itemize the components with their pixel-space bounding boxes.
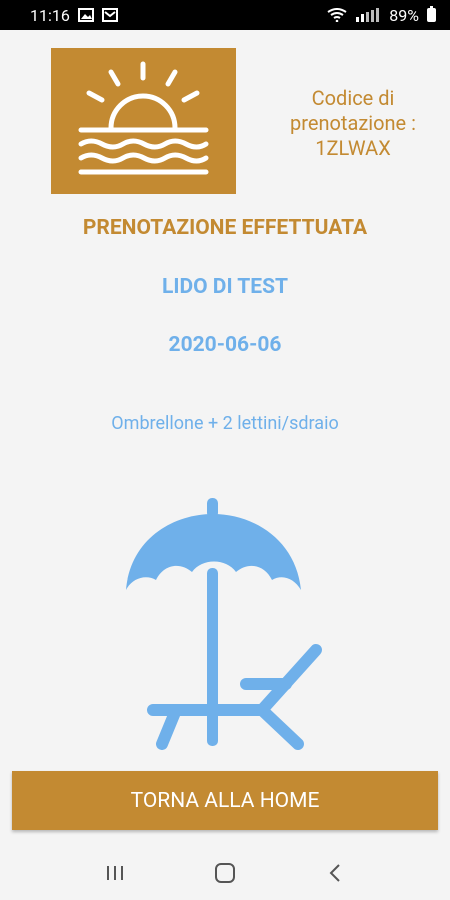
status-bar: 11:16 89% bbox=[0, 0, 450, 30]
beach-umbrella-lounger-icon bbox=[126, 498, 322, 750]
signal-icon bbox=[356, 8, 380, 22]
home-nav-icon bbox=[215, 863, 235, 883]
gallery-notification-icon bbox=[77, 8, 94, 22]
home-nav-button[interactable] bbox=[210, 858, 240, 888]
wifi-icon bbox=[327, 8, 347, 22]
status-time: 11:16 bbox=[30, 5, 70, 25]
booking-code-value: 1ZLWAX bbox=[315, 136, 391, 160]
sunset-sea-icon bbox=[78, 61, 209, 175]
mail-notification-icon bbox=[101, 8, 118, 22]
system-nav-bar bbox=[0, 846, 450, 900]
battery-percent: 89% bbox=[389, 5, 419, 25]
lido-name: LIDO DI TEST bbox=[161, 275, 289, 299]
back-to-home-button[interactable]: TORNA ALLA HOME bbox=[12, 771, 438, 830]
back-nav-icon bbox=[329, 864, 340, 882]
back-nav-button[interactable] bbox=[320, 858, 350, 888]
beach-illustration bbox=[118, 498, 333, 750]
booked-service: Ombrellone + 2 lettini/sdraio bbox=[111, 413, 339, 434]
battery-icon bbox=[427, 6, 436, 22]
recent-apps-button[interactable] bbox=[100, 858, 130, 888]
booking-code-label: Codice di prenotazione : bbox=[290, 86, 416, 135]
booking-code-block: Codice di prenotazione : 1ZLWAX bbox=[268, 86, 438, 161]
recent-apps-icon bbox=[107, 866, 123, 880]
booking-date: 2020-06-06 bbox=[168, 333, 282, 357]
lido-logo bbox=[51, 48, 236, 194]
confirmation-title: PRENOTAZIONE EFFETTUATA bbox=[82, 216, 368, 240]
